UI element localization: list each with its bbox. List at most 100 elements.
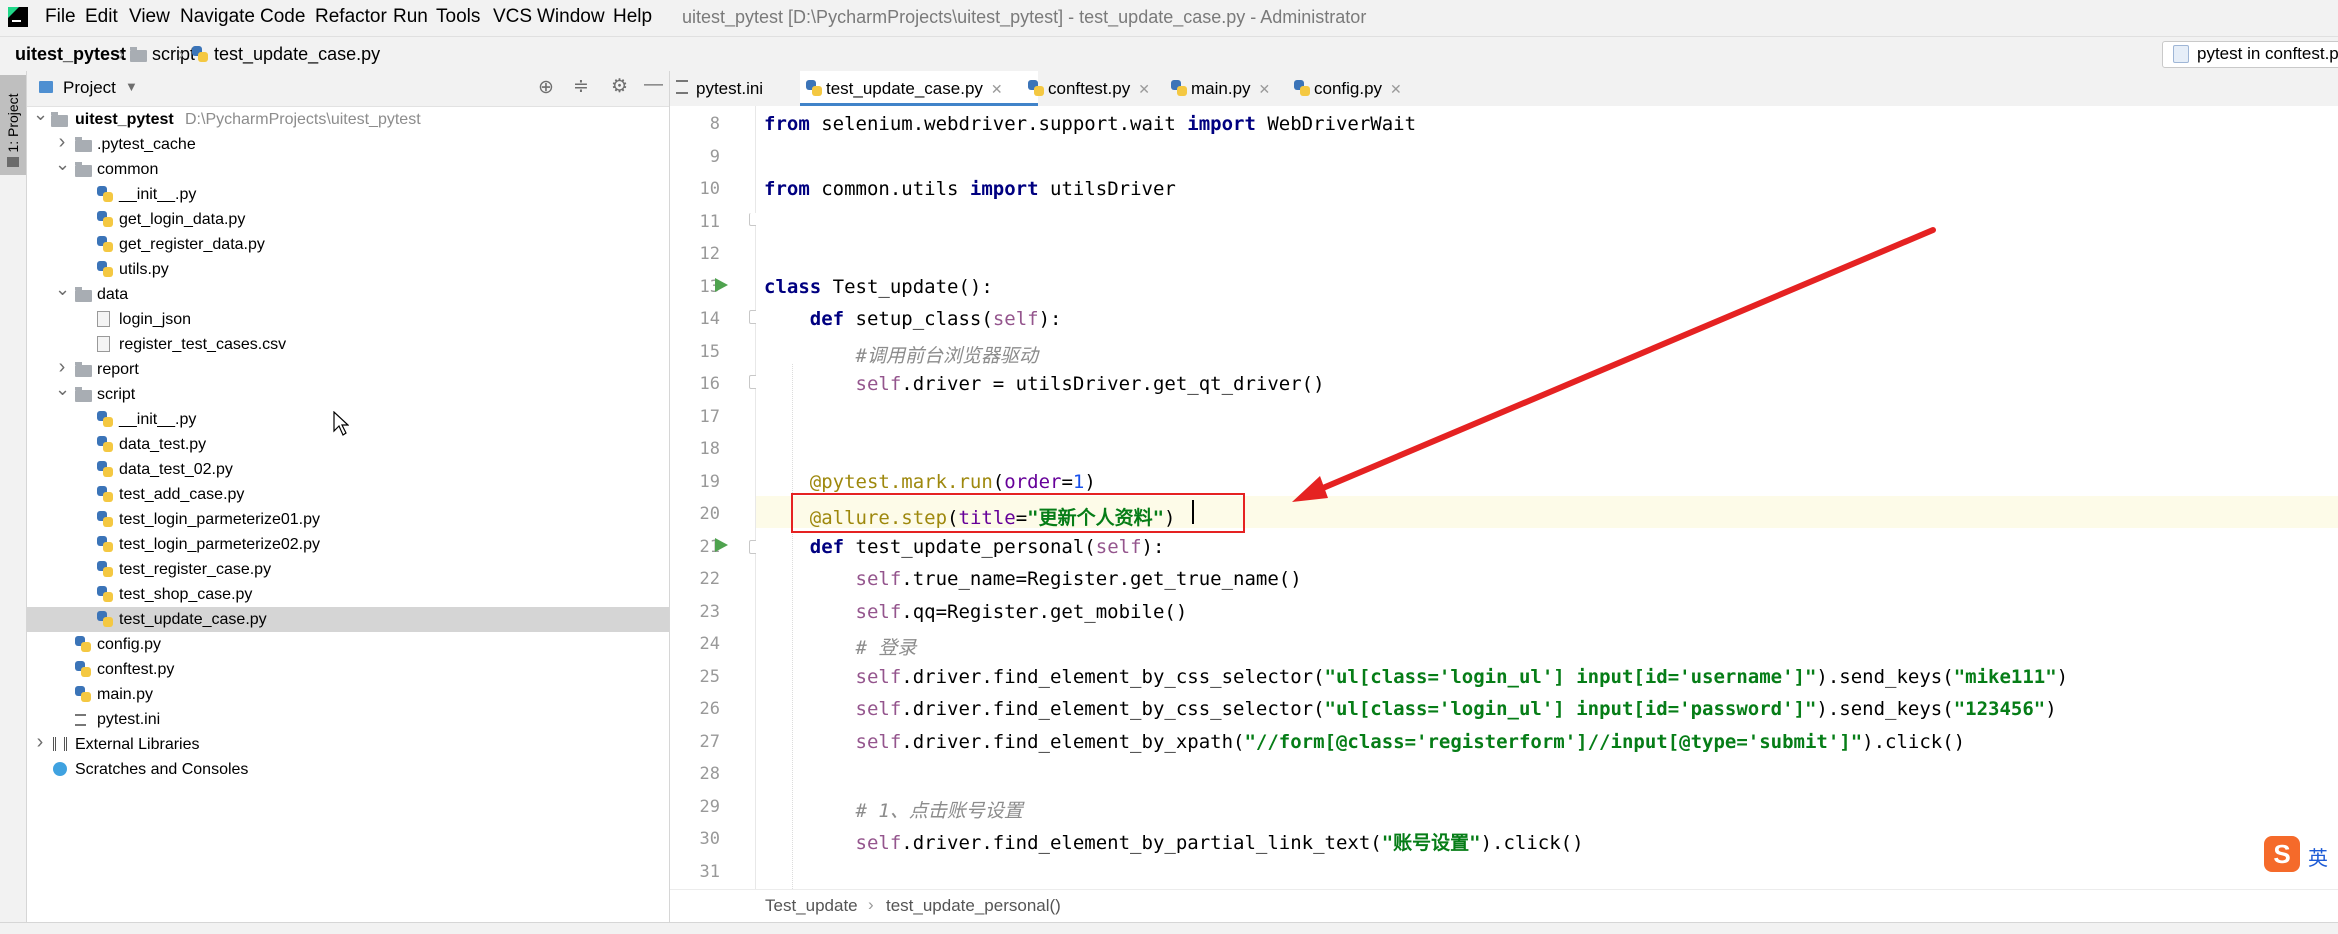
tree-item[interactable]: main.py (27, 682, 669, 707)
collapse-all-icon[interactable]: ≑ (573, 75, 589, 98)
python-file-icon (1028, 80, 1045, 97)
run-class-icon[interactable] (715, 278, 728, 292)
tree-item[interactable]: ⌄ uitest_pytest D:\PycharmProjects\uitest_… (27, 104, 669, 132)
code-token: ): (1038, 308, 1062, 330)
tree-item[interactable]: get_register_data.py (27, 232, 669, 257)
tab-config[interactable]: config.py ✕ (1288, 71, 1439, 106)
chevron-down-icon[interactable]: ⌄ (55, 277, 70, 302)
nav-crumb-project[interactable]: uitest_pytest (15, 44, 126, 65)
code-token: utilsDriver (1038, 178, 1176, 200)
run-test-icon[interactable] (715, 538, 728, 552)
close-icon[interactable]: ✕ (991, 81, 1003, 97)
line-number: 17 (699, 406, 720, 427)
menu-refactor[interactable]: Refactor (315, 6, 387, 28)
menu-file[interactable]: File (45, 6, 76, 28)
tree-item[interactable]: ⌄ common (27, 154, 669, 182)
chevron-down-icon[interactable]: ⌄ (33, 102, 48, 127)
code-line: def test_update_personal(self): (764, 536, 1165, 558)
tree-item[interactable]: pytest.ini (27, 707, 669, 732)
menu-run[interactable]: Run (393, 6, 428, 28)
project-tool-tab[interactable]: 1: Project (0, 75, 26, 175)
tree-item-label: pytest.ini (97, 711, 161, 728)
tree-item-label: main.py (97, 686, 154, 703)
locate-icon[interactable]: ⊕ (538, 76, 554, 99)
code-token: ).click() (1862, 730, 1966, 753)
tree-item-label: test_update_case.py (119, 611, 267, 628)
code-token: 1 (1072, 470, 1085, 493)
menu-view[interactable]: View (129, 6, 170, 28)
menu-window[interactable]: Window (537, 6, 605, 28)
folder-icon (75, 162, 92, 177)
code-line: self.qq=Register.get_mobile() (764, 601, 1188, 623)
mouse-cursor-icon (333, 411, 349, 436)
code-token: setup_class( (844, 308, 993, 330)
line-number: 19 (699, 471, 720, 492)
tab-test-update-case[interactable]: test_update_case.py ✕ (800, 71, 1038, 106)
tree-item[interactable]: ⌄ data (27, 279, 669, 307)
python-file-icon (806, 80, 823, 97)
python-file-icon (192, 46, 209, 63)
status-bar (0, 922, 2338, 934)
tree-item[interactable]: login_json (27, 307, 669, 332)
breadcrumb-class[interactable]: Test_update (765, 896, 858, 916)
tree-item[interactable]: conftest.py (27, 657, 669, 682)
input-method-indicator[interactable]: S 英 (2264, 836, 2334, 876)
tree-item[interactable]: get_login_data.py (27, 207, 669, 232)
line-number: 26 (699, 699, 720, 719)
run-configuration-selector[interactable]: pytest in conftest.p (2162, 41, 2338, 68)
breadcrumb-method[interactable]: test_update_personal() (886, 896, 1061, 916)
menu-tools[interactable]: Tools (436, 6, 480, 28)
annotation-highlight-box (791, 493, 1245, 533)
tree-item[interactable]: data_test_02.py (27, 457, 669, 482)
close-icon[interactable]: ✕ (1390, 81, 1402, 97)
tree-item[interactable]: config.py (27, 632, 669, 657)
tree-item[interactable]: Scratches and Consoles (27, 757, 669, 782)
chevron-down-icon[interactable]: ⌄ (55, 377, 70, 402)
tab-conftest[interactable]: conftest.py ✕ (1022, 71, 1178, 106)
tree-item[interactable]: register_test_cases.csv (27, 332, 669, 357)
tab-label: conftest.py (1048, 79, 1131, 98)
close-icon[interactable]: ✕ (1259, 81, 1271, 97)
csv-file-icon (97, 336, 110, 352)
chevron-right-icon[interactable]: › (33, 730, 47, 755)
tree-item[interactable]: test_login_parmeterize02.py (27, 532, 669, 557)
tree-item-label: login_json (119, 311, 192, 328)
menu-navigate[interactable]: Navigate (180, 6, 255, 28)
tree-item[interactable]: test_login_parmeterize01.py (27, 507, 669, 532)
menu-vcs[interactable]: VCS (493, 6, 532, 28)
code-token: .true_name=Register.get_true_name() (901, 568, 1302, 590)
tree-item[interactable]: test_register_case.py (27, 557, 669, 582)
tree-item[interactable]: ⌄ script (27, 379, 669, 407)
python-file-icon (97, 486, 114, 503)
code-token: common.utils (809, 178, 970, 200)
code-line: self.driver.find_element_by_css_selector… (764, 666, 2069, 688)
nav-crumb-script[interactable]: script (152, 44, 195, 65)
code-line: self.true_name=Register.get_true_name() (764, 568, 1302, 590)
ime-language-label: 英 (2308, 848, 2328, 870)
folder-icon (75, 137, 92, 152)
tree-item-label: .pytest_cache (97, 136, 196, 153)
minimize-icon[interactable]: — (644, 74, 663, 96)
gear-icon[interactable]: ⚙ (611, 75, 628, 98)
menu-help[interactable]: Help (613, 6, 652, 28)
menu-code[interactable]: Code (260, 6, 305, 28)
python-file-icon (75, 686, 92, 703)
tree-item[interactable]: › External Libraries (27, 730, 669, 757)
chevron-down-icon[interactable]: ⌄ (55, 152, 70, 177)
close-icon[interactable]: ✕ (1138, 81, 1150, 97)
tree-item[interactable]: test_add_case.py (27, 482, 669, 507)
line-number: 24 (699, 634, 720, 654)
code-token: def (809, 308, 845, 330)
nav-crumb-file[interactable]: test_update_case.py (214, 44, 380, 65)
tab-main[interactable]: main.py ✕ (1165, 71, 1306, 106)
code-token: ( (992, 470, 1005, 493)
tree-item[interactable]: utils.py (27, 257, 669, 282)
tree-item[interactable]: › .pytest_cache (27, 131, 669, 157)
tree-item[interactable]: › report (27, 356, 669, 382)
menu-edit[interactable]: Edit (85, 6, 118, 28)
python-file-icon (97, 411, 114, 428)
chevron-down-icon[interactable]: ▼ (125, 79, 138, 94)
tree-item[interactable]: test_shop_case.py (27, 582, 669, 607)
tree-item[interactable]: test_update_case.py (27, 607, 669, 632)
tree-item[interactable]: __init__.py (27, 182, 669, 207)
